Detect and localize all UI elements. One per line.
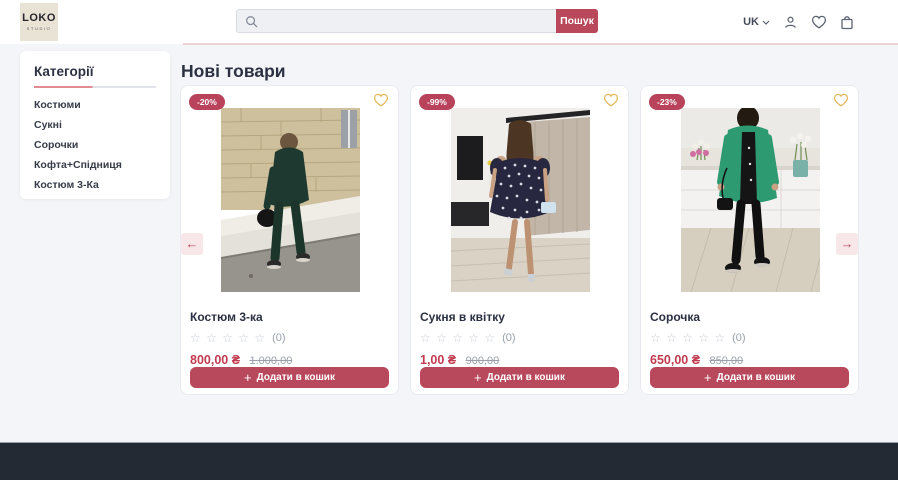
search-icon <box>245 15 258 28</box>
discount-badge: -23% <box>649 94 685 110</box>
star-rating-icons: ☆ ☆ ☆ ☆ ☆ <box>190 331 266 345</box>
star-rating-icons: ☆ ☆ ☆ ☆ ☆ <box>650 331 726 345</box>
product-image[interactable] <box>681 108 820 292</box>
footer <box>0 442 898 480</box>
language-label: UK <box>743 16 759 28</box>
logo-subtitle: STUDIO <box>27 26 52 31</box>
discount-badge: -20% <box>189 94 225 110</box>
sidebar-item-sorochky[interactable]: Сорочки <box>34 135 156 155</box>
page-title: Нові товари <box>181 61 286 82</box>
favorite-heart-icon[interactable] <box>373 93 389 112</box>
current-price: 1,00 ₴ <box>420 353 456 367</box>
carousel-prev-button[interactable]: ← <box>181 233 203 255</box>
rating-count: (0) <box>732 332 745 344</box>
cart-button[interactable] <box>840 15 854 30</box>
account-button[interactable] <box>783 15 798 30</box>
sidebar-item-sukni[interactable]: Сукні <box>34 115 156 135</box>
plus-icon: + <box>244 371 252 384</box>
search-bar: Пошук <box>236 9 598 33</box>
product-info: Сорочка ☆ ☆ ☆ ☆ ☆ (0) 650,00 ₴ 850,00 <box>650 310 849 369</box>
carousel-next-button[interactable]: → <box>836 233 858 255</box>
add-to-cart-label: Додати в кошик <box>717 372 795 383</box>
plus-icon: + <box>704 371 712 384</box>
product-image[interactable] <box>221 108 360 292</box>
product-card[interactable]: -20% <box>180 85 399 395</box>
categories-divider <box>34 86 156 88</box>
language-selector[interactable]: UK <box>743 16 770 28</box>
wishlist-button[interactable] <box>811 15 827 29</box>
categories-panel: Категорії Костюми Сукні Сорочки Кофта+Сп… <box>20 51 170 199</box>
rating-count: (0) <box>502 332 515 344</box>
plus-icon: + <box>474 371 482 384</box>
favorite-heart-icon[interactable] <box>833 93 849 112</box>
product-rating: ☆ ☆ ☆ ☆ ☆ (0) <box>190 331 389 345</box>
add-to-cart-label: Додати в кошик <box>257 372 335 383</box>
search-button[interactable]: Пошук <box>556 9 598 33</box>
add-to-cart-button[interactable]: + Додати в кошик <box>650 367 849 388</box>
search-input[interactable] <box>258 15 556 27</box>
product-info: Костюм 3-ка ☆ ☆ ☆ ☆ ☆ (0) 800,00 ₴ 1.000… <box>190 310 389 369</box>
add-to-cart-label: Додати в кошик <box>487 372 565 383</box>
discount-badge: -99% <box>419 94 455 110</box>
sidebar-item-kostiumy[interactable]: Костюми <box>34 95 156 115</box>
header: LOKO STUDIO Пошук UK <box>0 0 898 44</box>
logo[interactable]: LOKO STUDIO <box>20 3 58 41</box>
person-icon <box>783 15 798 30</box>
product-carousel: -20% <box>180 85 859 395</box>
favorite-heart-icon[interactable] <box>603 93 619 112</box>
shopping-bag-icon <box>840 15 854 30</box>
current-price: 800,00 ₴ <box>190 353 240 367</box>
heart-icon <box>811 15 827 29</box>
header-accent-line <box>183 43 898 45</box>
current-price: 650,00 ₴ <box>650 353 700 367</box>
star-rating-icons: ☆ ☆ ☆ ☆ ☆ <box>420 331 496 345</box>
categories-title: Категорії <box>34 64 156 79</box>
product-title[interactable]: Сорочка <box>650 310 849 324</box>
product-rating: ☆ ☆ ☆ ☆ ☆ (0) <box>650 331 849 345</box>
chevron-down-icon <box>762 20 770 25</box>
product-title[interactable]: Костюм 3-ка <box>190 310 389 324</box>
search-input-wrap <box>236 9 556 33</box>
header-actions: UK <box>743 0 854 44</box>
product-image[interactable] <box>451 108 590 292</box>
old-price: 1.000,00 <box>250 355 293 367</box>
product-info: Сукня в квітку ☆ ☆ ☆ ☆ ☆ (0) 1,00 ₴ 900,… <box>420 310 619 369</box>
product-card[interactable]: -99% <box>410 85 629 395</box>
rating-count: (0) <box>272 332 285 344</box>
old-price: 850,00 <box>710 355 744 367</box>
add-to-cart-button[interactable]: + Додати в кошик <box>190 367 389 388</box>
categories-list: Костюми Сукні Сорочки Кофта+Спідниця Кос… <box>34 95 156 195</box>
product-rating: ☆ ☆ ☆ ☆ ☆ (0) <box>420 331 619 345</box>
product-card[interactable]: -23% <box>640 85 859 395</box>
product-title[interactable]: Сукня в квітку <box>420 310 619 324</box>
sidebar-item-kostium-3ka[interactable]: Костюм 3-Ка <box>34 175 156 195</box>
old-price: 900,00 <box>466 355 500 367</box>
add-to-cart-button[interactable]: + Додати в кошик <box>420 367 619 388</box>
logo-title: LOKO <box>22 13 56 24</box>
sidebar-item-kofta-spidnytsia[interactable]: Кофта+Спідниця <box>34 155 156 175</box>
